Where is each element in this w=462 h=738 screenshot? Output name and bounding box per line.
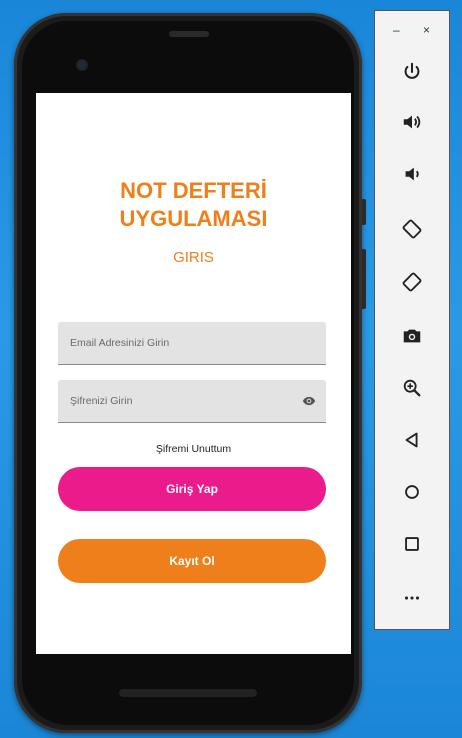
show-password-eye-icon[interactable] [302, 394, 316, 408]
rotate-right-icon[interactable] [399, 269, 425, 295]
top-speaker [169, 31, 209, 37]
volume-up-icon[interactable] [399, 109, 425, 135]
side-button [362, 249, 366, 309]
camera-icon[interactable] [399, 323, 425, 349]
password-input[interactable] [58, 380, 326, 422]
screen-subtitle: GIRIS [173, 249, 214, 266]
more-icon[interactable] [399, 585, 425, 611]
login-button[interactable]: Giriş Yap [58, 467, 326, 511]
register-button[interactable]: Kayıt Ol [58, 539, 326, 583]
forgot-password-link[interactable]: Şifremi Unuttum [36, 443, 351, 455]
email-input[interactable] [58, 322, 326, 364]
volume-down-icon[interactable] [399, 161, 425, 187]
toolbar-window-controls: – × [375, 23, 449, 37]
minimize-button[interactable]: – [393, 23, 400, 37]
email-field-container [58, 322, 326, 365]
side-button [362, 199, 366, 225]
emulator-toolbar: – × [374, 10, 450, 630]
front-camera-icon [78, 61, 86, 69]
overview-icon[interactable] [399, 531, 425, 557]
bottom-speaker [119, 689, 257, 697]
phone-device: NOT DEFTERİ UYGULAMASI GIRIS Şifremi Unu… [14, 13, 366, 733]
password-field-container [58, 380, 326, 423]
power-icon[interactable] [399, 59, 425, 85]
close-button[interactable]: × [423, 23, 430, 37]
zoom-icon[interactable] [399, 375, 425, 401]
rotate-left-icon[interactable] [399, 216, 425, 242]
back-icon[interactable] [399, 427, 425, 453]
app-title-line1: NOT DEFTERİ [120, 178, 267, 203]
app-title-line2: UYGULAMASI [119, 206, 268, 231]
app-screen: NOT DEFTERİ UYGULAMASI GIRIS Şifremi Unu… [36, 93, 351, 654]
home-icon[interactable] [399, 479, 425, 505]
